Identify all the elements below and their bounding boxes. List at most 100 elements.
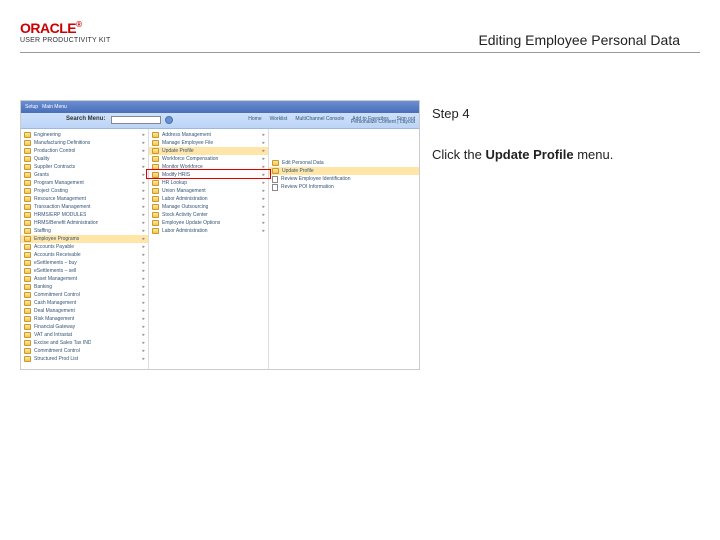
menu-item[interactable]: Excise and Sales Tax IND▸ xyxy=(21,339,148,347)
menu-col-1: Engineering▸Manufacturing Definitions▸Pr… xyxy=(21,129,149,369)
menu-item-label: HRMS/Benefit Administration xyxy=(34,220,98,226)
menu-item[interactable]: Accounts Payable▸ xyxy=(21,243,148,251)
menu-item[interactable]: Employee Update Options▸ xyxy=(149,219,268,227)
menu-item[interactable]: Update Profile ▸ xyxy=(149,147,268,155)
chevron-right-icon: ▸ xyxy=(260,156,265,162)
folder-icon xyxy=(24,292,31,298)
chevron-right-icon: ▸ xyxy=(140,156,145,162)
nav-mcc[interactable]: MultiChannel Console xyxy=(295,116,344,122)
page-icon xyxy=(272,176,278,183)
menu-item[interactable]: Program Management▸ xyxy=(21,179,148,187)
logo-reg: ® xyxy=(76,20,81,29)
menu-item[interactable]: Asset Management▸ xyxy=(21,275,148,283)
menu-item[interactable]: Engineering▸ xyxy=(21,131,148,139)
menu-item[interactable]: Address Management▸ xyxy=(149,131,268,139)
top-link-mainmenu[interactable]: Main Menu xyxy=(42,104,67,110)
folder-icon xyxy=(24,332,31,338)
menu-item[interactable]: Manage Outsourcing▸ xyxy=(149,203,268,211)
menu-col-2: Address Management▸Manage Employee File▸… xyxy=(149,129,269,369)
menu-item[interactable]: Resource Management▸ xyxy=(21,195,148,203)
menu-item[interactable]: Production Control▸ xyxy=(21,147,148,155)
submenu-item[interactable]: Review POI Information xyxy=(269,183,419,191)
top-link-setup[interactable]: Setup xyxy=(25,104,38,110)
nav-worklist[interactable]: Worklist xyxy=(270,116,288,122)
folder-icon xyxy=(152,148,159,154)
folder-icon xyxy=(24,228,31,234)
menu-item[interactable]: Accounts Receivable▸ xyxy=(21,251,148,259)
chevron-right-icon: ▸ xyxy=(260,228,265,234)
menu-item-label: Resource Management xyxy=(34,196,86,202)
menu-item[interactable]: Risk Management▸ xyxy=(21,315,148,323)
menu-item[interactable]: HRMS/Benefit Administration▸ xyxy=(21,219,148,227)
submenu-item[interactable]: Review Employee Identification xyxy=(269,175,419,183)
oracle-logo: ORACLE® xyxy=(20,20,110,36)
chevron-right-icon: ▸ xyxy=(260,220,265,226)
menu-item[interactable]: Structured Prod List▸ xyxy=(21,355,148,363)
menu-item[interactable]: Modify HRIS▸ xyxy=(149,171,268,179)
submenu-item[interactable]: Edit Personal Data xyxy=(269,159,419,167)
menu-item[interactable]: Manage Employee File▸ xyxy=(149,139,268,147)
folder-icon xyxy=(24,236,31,242)
menu-item-label: Update Profile xyxy=(162,148,194,154)
menu-item-label: Deal Management xyxy=(34,308,75,314)
chevron-right-icon: ▸ xyxy=(260,148,265,154)
folder-icon xyxy=(24,188,31,194)
menu-item-label: Grants xyxy=(34,172,49,178)
menu-item-label: Supplier Contracts xyxy=(34,164,75,170)
search-input[interactable] xyxy=(111,116,161,124)
logo-text: ORACLE xyxy=(20,20,76,36)
step-label: Step 4 xyxy=(432,106,690,121)
chevron-right-icon: ▸ xyxy=(260,196,265,202)
menu-item[interactable]: Banking▸ xyxy=(21,283,148,291)
menu-item[interactable]: HR Lookup▸ xyxy=(149,179,268,187)
chevron-right-icon: ▸ xyxy=(140,188,145,194)
chevron-right-icon: ▸ xyxy=(140,332,145,338)
menu-item[interactable]: eSettlements – sell▸ xyxy=(21,267,148,275)
search-go-icon[interactable] xyxy=(165,116,173,124)
menu-item[interactable]: Supplier Contracts ▸ xyxy=(21,163,148,171)
menu-item-label: Risk Management xyxy=(34,316,74,322)
menu-item[interactable]: eSettlements – buy▸ xyxy=(21,259,148,267)
menu-item[interactable]: Financial Gateway▸ xyxy=(21,323,148,331)
menu-item[interactable]: Labor Administration▸ xyxy=(149,195,268,203)
personalize-link[interactable]: Personalize Content | Layout xyxy=(351,119,415,125)
menu-item[interactable]: Quality▸ xyxy=(21,155,148,163)
menu-item[interactable]: Manufacturing Definitions▸ xyxy=(21,139,148,147)
menu-item[interactable]: Transaction Management▸ xyxy=(21,203,148,211)
submenu-item[interactable]: Update Profile xyxy=(269,167,419,175)
chevron-right-icon: ▸ xyxy=(260,180,265,186)
folder-icon xyxy=(24,252,31,258)
menu-item[interactable]: Cash Management▸ xyxy=(21,299,148,307)
menu-item[interactable]: Deal Management▸ xyxy=(21,307,148,315)
nav-home[interactable]: Home xyxy=(248,116,261,122)
folder-icon xyxy=(24,260,31,266)
menu-item[interactable]: Commitment Control▸ xyxy=(21,291,148,299)
menu-item[interactable]: Workforce Compensation▸ xyxy=(149,155,268,163)
menu-item-label: Labor Administration xyxy=(162,228,208,234)
menu-item[interactable]: Staffing▸ xyxy=(21,227,148,235)
menu-item[interactable]: Labor Administration ▸ xyxy=(149,227,268,235)
instruction-panel: Step 4 Click the Update Profile menu. xyxy=(432,106,690,162)
menu-item[interactable]: Commitment Control▸ xyxy=(21,347,148,355)
menu-item[interactable]: Stock Activity Center▸ xyxy=(149,211,268,219)
menu-item[interactable]: Project Costing▸ xyxy=(21,187,148,195)
menu-item-label: eSettlements – sell xyxy=(34,268,76,274)
menu-item[interactable]: Union Management▸ xyxy=(149,187,268,195)
menu-item[interactable]: VAT and Intrastat▸ xyxy=(21,331,148,339)
product-subtitle: USER PRODUCTIVITY KIT xyxy=(20,37,110,44)
menu-item[interactable]: Employee Programs▸ xyxy=(21,235,148,243)
menu-item-label: Transaction Management xyxy=(34,204,91,210)
folder-icon xyxy=(24,140,31,146)
folder-icon xyxy=(24,180,31,186)
menu-item[interactable]: Grants▸ xyxy=(21,171,148,179)
folder-icon xyxy=(24,132,31,138)
chevron-right-icon: ▸ xyxy=(140,164,145,170)
chevron-right-icon: ▸ xyxy=(140,260,145,266)
menu-item[interactable]: Monitor Workforce▸ xyxy=(149,163,268,171)
chevron-right-icon: ▸ xyxy=(260,140,265,146)
menu-item[interactable]: HRMS/ERP MODULES▸ xyxy=(21,211,148,219)
folder-icon xyxy=(24,148,31,154)
submenu-label: Review POI Information xyxy=(281,184,334,190)
folder-icon xyxy=(24,284,31,290)
folder-icon xyxy=(24,172,31,178)
